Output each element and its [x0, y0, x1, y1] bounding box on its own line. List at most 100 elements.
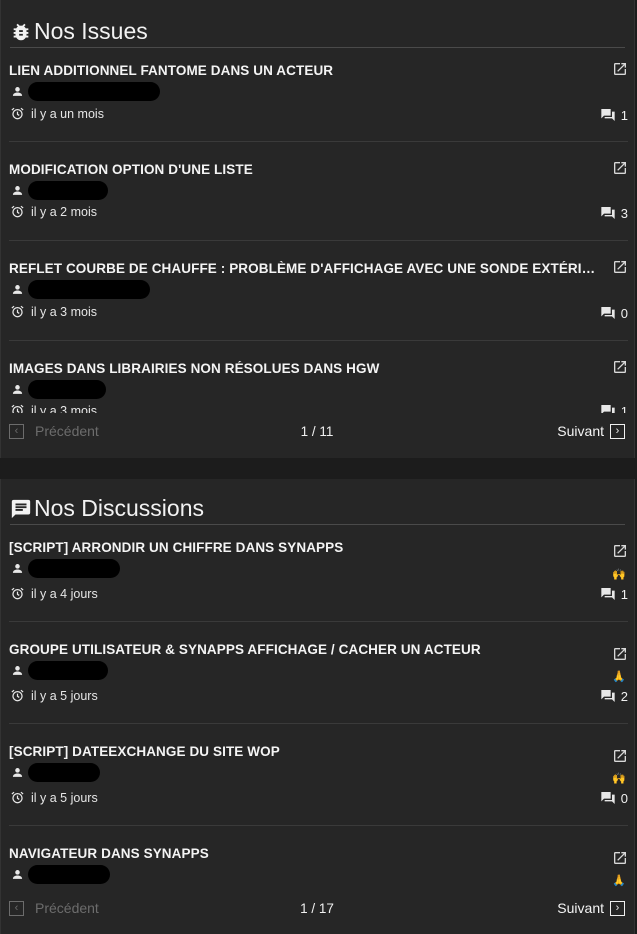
open-external-icon[interactable] [612, 259, 628, 275]
reaction-emoji[interactable]: 🙌 [612, 568, 626, 581]
page-indicator: 1 / 17 [300, 900, 334, 916]
author-row [11, 558, 120, 578]
comment-number: 3 [620, 205, 628, 221]
author-row [11, 660, 108, 680]
comment-number: 2 [620, 688, 628, 704]
discussion-title[interactable]: [SCRIPT] ARRONDIR UN CHIFFRE DANS SYNAPP… [9, 540, 602, 555]
alarm-icon [10, 403, 25, 413]
issue-title[interactable]: REFLET COURBE DE CHAUFFE : PROBLÈME D'AF… [9, 261, 602, 276]
time-row: il y a un mois [10, 106, 104, 121]
issues-title: Nos Issues [34, 18, 148, 44]
discussion-item[interactable]: GROUPE UTILISATEUR & SYNAPPS AFFICHAGE /… [9, 622, 628, 724]
discussion-item[interactable]: NAVIGATEUR DANS SYNAPPS 🙏 [9, 826, 628, 895]
page-indicator: 1 / 11 [300, 423, 334, 439]
time-row: il y a 3 mois [10, 403, 97, 413]
comment-count: 3 [600, 205, 628, 221]
person-icon [11, 766, 24, 779]
author-row [11, 379, 106, 399]
issues-header: Nos Issues [10, 16, 625, 48]
alarm-icon [10, 304, 25, 319]
issue-item[interactable]: IMAGES DANS LIBRAIRIES NON RÉSOLUES DANS… [9, 341, 628, 413]
time-row: il y a 5 jours [10, 790, 98, 805]
comment-number: 1 [620, 586, 628, 602]
comment-count: 0 [600, 305, 628, 321]
time-row: il y a 2 mois [10, 204, 97, 219]
comment-number: 0 [620, 790, 628, 806]
next-page-button[interactable]: Suivant › [557, 900, 625, 916]
time-ago: il y a 5 jours [31, 688, 98, 703]
discussions-pagination: ‹ Précédent 1 / 17 Suivant › [9, 898, 625, 918]
reaction-emoji[interactable]: 🙏 [612, 670, 626, 683]
open-external-icon[interactable] [612, 850, 628, 866]
issues-pagination: ‹ Précédent 1 / 11 Suivant › [9, 421, 625, 441]
author-redacted [28, 379, 106, 399]
author-row [11, 279, 150, 299]
prev-page-button[interactable]: ‹ Précédent [9, 900, 99, 916]
person-icon [11, 562, 24, 575]
author-row [11, 864, 110, 884]
author-row [11, 762, 100, 782]
author-row [11, 180, 108, 200]
author-redacted [28, 279, 150, 299]
time-ago: il y a 3 mois [31, 304, 97, 319]
person-icon [11, 868, 24, 881]
comment-count: 1 [600, 107, 628, 123]
forum-icon [600, 205, 616, 221]
author-redacted [28, 660, 108, 680]
author-redacted [28, 180, 108, 200]
chevron-left-icon: ‹ [9, 423, 24, 439]
issue-item[interactable]: LIEN ADDITIONNEL FANTOME DANS UN ACTEUR … [9, 55, 628, 142]
time-ago: il y a un mois [31, 106, 104, 121]
author-redacted [28, 762, 100, 782]
open-external-icon[interactable] [612, 160, 628, 176]
discussion-item[interactable]: [SCRIPT] DATEEXCHANGE DU SITE WOP 🙌 il y… [9, 724, 628, 826]
open-external-icon[interactable] [612, 543, 628, 559]
prev-page-button[interactable]: ‹ Précédent [9, 423, 99, 439]
forum-icon [600, 403, 616, 413]
issue-item[interactable]: MODIFICATION OPTION D'UNE LISTE il y a 2… [9, 142, 628, 241]
comment-count: 0 [600, 790, 628, 806]
time-ago: il y a 2 mois [31, 204, 97, 219]
alarm-icon [10, 106, 25, 121]
chevron-right-icon: › [610, 423, 625, 439]
time-row: il y a 3 mois [10, 304, 97, 319]
chat-icon [10, 498, 32, 520]
issue-title[interactable]: LIEN ADDITIONNEL FANTOME DANS UN ACTEUR [9, 63, 602, 78]
discussion-title[interactable]: [SCRIPT] DATEEXCHANGE DU SITE WOP [9, 744, 602, 759]
open-external-icon[interactable] [612, 646, 628, 662]
issue-title[interactable]: IMAGES DANS LIBRAIRIES NON RÉSOLUES DANS… [9, 361, 602, 376]
comment-count: 1 [600, 403, 628, 413]
comment-number: 1 [620, 403, 628, 414]
issue-title[interactable]: MODIFICATION OPTION D'UNE LISTE [9, 162, 602, 177]
open-external-icon[interactable] [612, 748, 628, 764]
forum-icon [600, 586, 616, 602]
time-ago: il y a 3 mois [31, 403, 97, 414]
alarm-icon [10, 586, 25, 601]
forum-icon [600, 107, 616, 123]
discussions-list: [SCRIPT] ARRONDIR UN CHIFFRE DANS SYNAPP… [9, 533, 628, 895]
open-external-icon[interactable] [612, 359, 628, 375]
forum-icon [600, 790, 616, 806]
alarm-icon [10, 204, 25, 219]
author-redacted [28, 558, 120, 578]
comment-number: 1 [620, 107, 628, 123]
person-icon [11, 283, 24, 296]
bug-icon [10, 21, 32, 43]
reaction-emoji[interactable]: 🙏 [612, 874, 626, 887]
next-page-button[interactable]: Suivant › [557, 423, 625, 439]
reaction-emoji[interactable]: 🙌 [612, 772, 626, 785]
time-ago: il y a 4 jours [31, 586, 98, 601]
next-label: Suivant [557, 423, 604, 439]
time-row: il y a 5 jours [10, 688, 98, 703]
discussions-header: Nos Discussions [10, 493, 625, 525]
issues-list: LIEN ADDITIONNEL FANTOME DANS UN ACTEUR … [9, 55, 628, 413]
next-label: Suivant [557, 900, 604, 916]
discussion-title[interactable]: NAVIGATEUR DANS SYNAPPS [9, 846, 602, 861]
chevron-left-icon: ‹ [9, 900, 24, 916]
time-row: il y a 4 jours [10, 586, 98, 601]
discussion-item[interactable]: [SCRIPT] ARRONDIR UN CHIFFRE DANS SYNAPP… [9, 533, 628, 622]
issue-item[interactable]: REFLET COURBE DE CHAUFFE : PROBLÈME D'AF… [9, 241, 628, 341]
open-external-icon[interactable] [612, 61, 628, 77]
person-icon [11, 184, 24, 197]
discussion-title[interactable]: GROUPE UTILISATEUR & SYNAPPS AFFICHAGE /… [9, 642, 602, 657]
